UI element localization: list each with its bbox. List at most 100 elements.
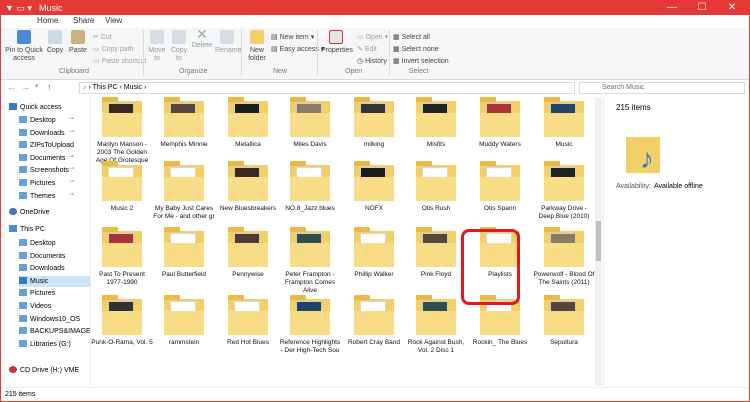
pin-icon[interactable]: ⊸: [69, 191, 74, 198]
folder-item[interactable]: Miles Davis: [279, 97, 341, 149]
folder-icon: [414, 225, 458, 269]
folder-item[interactable]: Metallica: [217, 97, 279, 149]
folder-item[interactable]: Pink Floyd: [405, 225, 467, 279]
breadcrumb-music[interactable]: Music: [124, 84, 142, 91]
tab-view[interactable]: View: [105, 16, 122, 25]
search-input[interactable]: Search Music: [579, 82, 745, 94]
back-arrow-icon[interactable]: ←: [7, 82, 16, 92]
folder-item[interactable]: Punk-O-Rama, Vol. 5: [91, 293, 153, 347]
folder-item[interactable]: Rock Against Bush, Vol. 2 Disc 1: [405, 293, 467, 355]
folder-item[interactable]: Red Hot Blues: [217, 293, 279, 347]
select-all-button[interactable]: ▦ Select all: [393, 33, 430, 41]
pin-icon[interactable]: ⊸: [69, 178, 74, 185]
quick-access-item[interactable]: Desktop: [19, 115, 56, 126]
folder-item[interactable]: Music: [533, 97, 595, 149]
folder-item[interactable]: Sepultura: [533, 293, 595, 347]
folder-item[interactable]: Music 2: [91, 159, 153, 213]
this-pc-item[interactable]: Pictures: [19, 288, 55, 299]
pin-icon[interactable]: ⊸: [69, 115, 74, 122]
pin-icon[interactable]: ⊸: [69, 165, 74, 172]
quick-access-item[interactable]: Pictures: [19, 178, 55, 189]
scrollbar-thumb[interactable]: [596, 221, 601, 261]
copy-icon: [48, 30, 62, 44]
folder-item[interactable]: Powerwolf - Blood Of The Saints (2011): [533, 225, 595, 287]
paste-button[interactable]: Paste: [67, 30, 89, 55]
this-pc-item[interactable]: Documents: [19, 251, 65, 262]
tab-home[interactable]: Home: [37, 16, 58, 25]
close-button[interactable]: ✕: [721, 1, 743, 15]
quick-access-item[interactable]: Themes: [19, 191, 55, 202]
folder-label: My Baby Just Cares For Me - and other gr: [153, 205, 215, 220]
select-none-button[interactable]: ▦ Select none: [393, 45, 439, 53]
folder-item[interactable]: Otis Rush: [405, 159, 467, 213]
folder-item[interactable]: Peter Frampton - Frampton Comes Alive: [279, 225, 341, 295]
folder-item[interactable]: Misfits: [405, 97, 467, 149]
recent-chevron-icon[interactable]: ▾: [35, 82, 39, 90]
quick-access-item[interactable]: ZIPsToUpload: [19, 140, 74, 151]
folder-item[interactable]: Marilyn Manson - 2003 The Golden Age Of …: [91, 97, 153, 165]
pin-icon[interactable]: ⊸: [69, 140, 74, 147]
folder-item[interactable]: rammstein: [153, 293, 215, 347]
paste-shortcut-button[interactable]: ▭ Paste shortcut: [93, 57, 146, 65]
folder-item[interactable]: Pennywise: [217, 225, 279, 279]
folder-item[interactable]: Parkway Drive - Deep Blue (2010): [533, 159, 595, 221]
this-pc-item[interactable]: Windows10_OS: [19, 314, 80, 325]
folder-item[interactable]: Memphis Minnie: [153, 97, 215, 149]
folder-icon: [542, 225, 586, 269]
move-to-button[interactable]: Move to: [147, 30, 167, 63]
address-box[interactable]: ♪ › This PC › Music ›: [79, 82, 575, 94]
folder-item[interactable]: NOFX: [343, 159, 405, 213]
this-pc-item[interactable]: BACKUPS&IMAGES: [19, 326, 90, 337]
copy-to-button[interactable]: Copy to: [169, 30, 189, 63]
quick-access-item[interactable]: Screenshots: [19, 165, 69, 176]
cut-button[interactable]: ✂ Cut: [93, 33, 112, 41]
sidebar-item-this-pc[interactable]: This PC: [9, 224, 45, 235]
copy-button[interactable]: Copy: [45, 30, 65, 55]
folder-item[interactable]: Otis Spann: [469, 159, 531, 213]
up-arrow-icon[interactable]: ↑: [47, 82, 52, 92]
maximize-button[interactable]: ☐: [691, 1, 713, 15]
folder-item[interactable]: Paul Butterfield: [153, 225, 215, 279]
folder-item[interactable]: Phillip Walker: [343, 225, 405, 279]
invert-selection-button[interactable]: ▦ Invert selection: [393, 57, 449, 65]
minimize-button[interactable]: —: [661, 1, 683, 15]
history-button[interactable]: ◷ History: [357, 57, 387, 65]
folder-item[interactable]: New Bluesbreakers: [217, 159, 279, 213]
rename-button[interactable]: Rename: [215, 30, 241, 55]
new-item-button[interactable]: ▤ New item ▾: [271, 33, 314, 41]
folder-item[interactable]: Reference Highlights - Der High-Tech Sou: [279, 293, 341, 355]
copy-path-button[interactable]: ▭ Copy path: [93, 45, 133, 53]
this-pc-item[interactable]: Music: [19, 275, 90, 287]
quick-access-item[interactable]: Downloads: [19, 128, 65, 139]
breadcrumb-this-pc[interactable]: This PC: [93, 84, 118, 91]
properties-button[interactable]: Properties: [321, 30, 353, 55]
folder-item[interactable]: My Baby Just Cares For Me - and other gr: [153, 159, 215, 221]
new-folder-button[interactable]: New folder: [245, 30, 269, 63]
sidebar-item-onedrive[interactable]: OneDrive: [9, 207, 50, 218]
pin-quick-access-button[interactable]: Pin to Quick access: [5, 30, 43, 63]
folder-item[interactable]: milking: [343, 97, 405, 149]
group-clipboard-label: Clipboard: [59, 68, 89, 75]
sidebar-item-quick-access[interactable]: Quick access: [9, 102, 62, 113]
quick-access-toolbar[interactable]: ▼ ▭ ▾: [5, 3, 32, 14]
pin-icon[interactable]: ⊸: [69, 153, 74, 160]
folder-label: Otis Spann: [483, 205, 517, 212]
open-button[interactable]: ▭ Open ▾: [357, 33, 388, 41]
folder-label: Paul Butterfield: [161, 271, 207, 278]
sidebar-item-cd-drive[interactable]: CD Drive (H:) VME: [9, 365, 79, 376]
folder-item[interactable]: Robert Cray Band: [343, 293, 405, 347]
this-pc-item[interactable]: Downloads: [19, 263, 65, 274]
folder-item[interactable]: Past To Present 1977-1990: [91, 225, 153, 287]
vertical-scrollbar[interactable]: [595, 97, 602, 386]
edit-button[interactable]: ✎ Edit: [357, 45, 377, 53]
forward-arrow-icon[interactable]: →: [21, 82, 30, 92]
this-pc-item[interactable]: Libraries (G:): [19, 339, 71, 350]
this-pc-item[interactable]: Desktop: [19, 238, 56, 249]
delete-button[interactable]: ✕ Delete: [191, 27, 213, 50]
tab-share[interactable]: Share: [73, 16, 94, 25]
folder-item[interactable]: NO.8_Jazz blues: [279, 159, 341, 213]
folder-item[interactable]: Muddy Waters: [469, 97, 531, 149]
quick-access-item[interactable]: Documents: [19, 153, 65, 164]
pin-icon[interactable]: ⊸: [69, 128, 74, 135]
this-pc-item[interactable]: Videos: [19, 301, 51, 312]
